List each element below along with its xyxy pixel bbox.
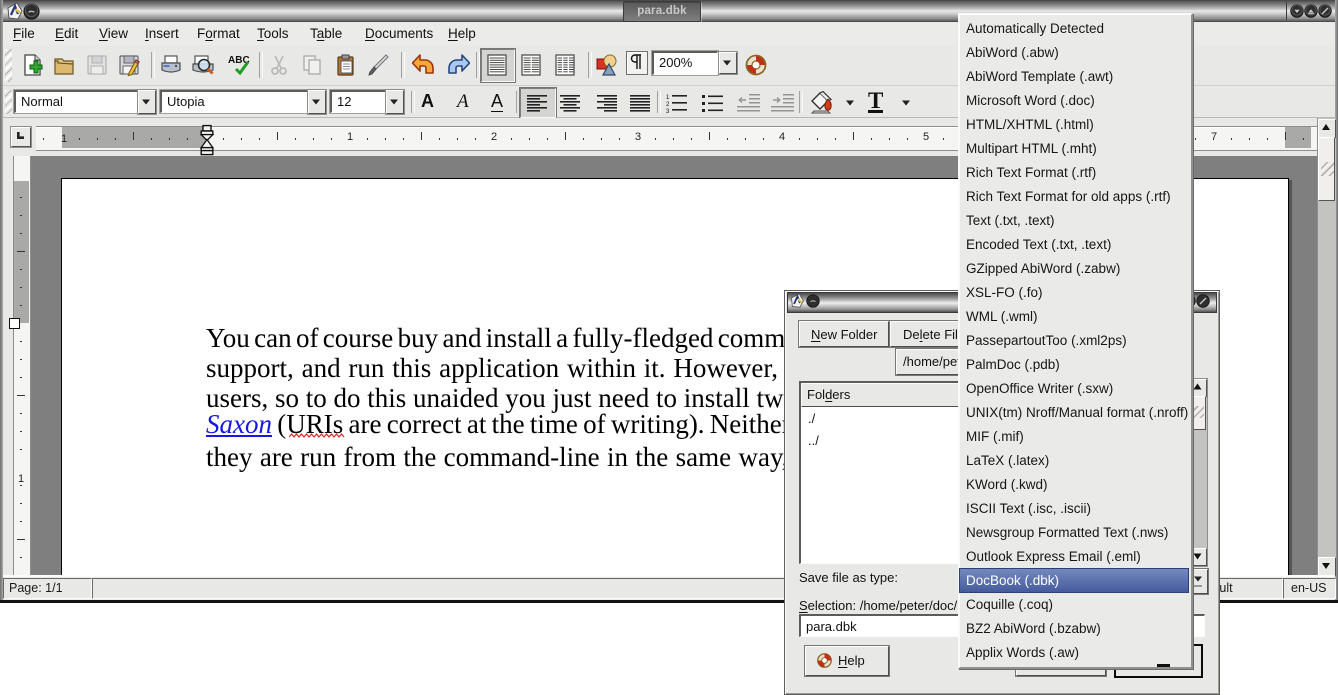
- svg-text:2: 2: [666, 102, 670, 108]
- svg-text:1: 1: [666, 95, 670, 101]
- svg-text:3: 3: [666, 109, 670, 115]
